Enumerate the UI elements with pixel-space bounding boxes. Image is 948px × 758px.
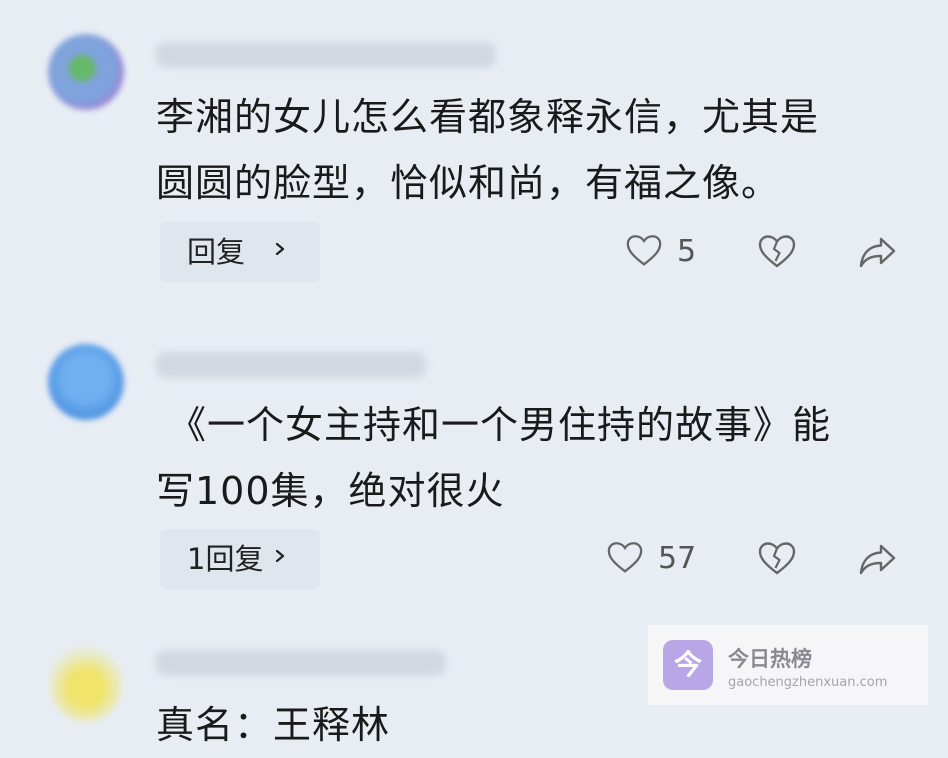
- comment-actions: 回复 5: [0, 222, 948, 282]
- watermark-subtitle: gaochengzhenxuan.com: [728, 675, 888, 690]
- reply-label: 回复: [187, 235, 246, 269]
- watermark-logo-glyph: 今: [673, 648, 702, 681]
- heart-outline-icon: [626, 235, 662, 266]
- like-button[interactable]: 5: [625, 232, 696, 270]
- username-blurred: [156, 42, 496, 68]
- heart-outline-icon: [607, 542, 643, 573]
- watermark: 今 今日热榜 gaochengzhenxuan.com: [648, 625, 928, 705]
- comment-actions: 1回复 57: [0, 529, 948, 589]
- username-blurred: [156, 352, 426, 378]
- comment-text-line: 李湘的女儿怎么看都象释永信，尤其是: [156, 95, 820, 139]
- comment-text: 《一个女主持和一个男住持的故事》能 写100集，绝对很火: [156, 392, 886, 524]
- watermark-logo: 今: [663, 640, 713, 690]
- broken-heart-icon[interactable]: [757, 232, 797, 272]
- like-count: 5: [677, 233, 697, 269]
- like-count: 57: [658, 540, 697, 576]
- comment-text-line: 《一个女主持和一个男住持的故事》能: [168, 403, 832, 447]
- broken-heart-icon[interactable]: [757, 539, 797, 579]
- avatar[interactable]: [48, 34, 124, 110]
- reply-label: 1回复: [187, 542, 264, 576]
- share-arrow-icon[interactable]: [857, 232, 897, 272]
- watermark-title: 今日热榜: [728, 647, 812, 671]
- username-blurred: [156, 650, 446, 676]
- chevron-right-icon: [275, 243, 285, 255]
- avatar[interactable]: [48, 344, 124, 420]
- reply-button[interactable]: 回复: [160, 222, 320, 282]
- comment-text-line: 写100集，绝对很火: [156, 469, 505, 513]
- comment-text: 李湘的女儿怎么看都象释永信，尤其是 圆圆的脸型，恰似和尚，有福之像。: [156, 84, 886, 216]
- avatar[interactable]: [48, 646, 124, 722]
- comment-item: 李湘的女儿怎么看都象释永信，尤其是 圆圆的脸型，恰似和尚，有福之像。 回复 5: [0, 0, 948, 310]
- like-button[interactable]: 57: [606, 539, 696, 577]
- reply-button[interactable]: 1回复: [160, 529, 320, 589]
- comment-item: 《一个女主持和一个男住持的故事》能 写100集，绝对很火 1回复 57: [0, 310, 948, 620]
- chevron-right-icon: [275, 550, 285, 562]
- share-arrow-icon[interactable]: [857, 539, 897, 579]
- comment-text-line: 圆圆的脸型，恰似和尚，有福之像。: [156, 161, 781, 205]
